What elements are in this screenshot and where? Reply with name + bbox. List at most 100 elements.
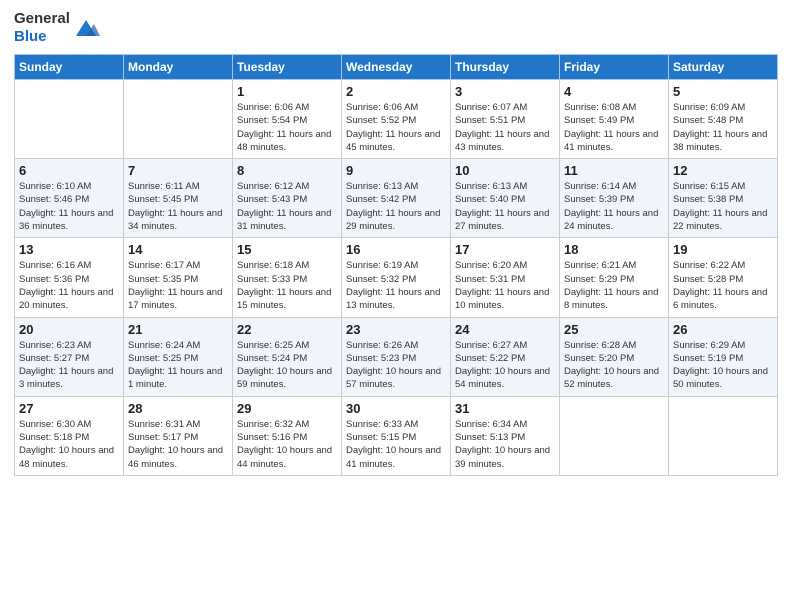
calendar-body: 1 Sunrise: 6:06 AM Sunset: 5:54 PM Daylig… — [15, 80, 778, 476]
week-row-2: 6Sunrise: 6:10 AM Sunset: 5:46 PM Daylig… — [15, 159, 778, 238]
day-number: 11 — [564, 163, 664, 178]
week-row-5: 27 Sunrise: 6:30 AM Sunset: 5:18 PM Dayli… — [15, 396, 778, 475]
logo-icon — [72, 14, 100, 42]
day-number: 10 — [455, 163, 555, 178]
day-number: 28 — [128, 401, 228, 416]
calendar-cell: 9Sunrise: 6:13 AM Sunset: 5:42 PM Daylig… — [342, 159, 451, 238]
day-info: Sunrise: 6:24 AM Sunset: 5:25 PM Dayligh… — [128, 339, 228, 392]
day-number: 24 — [455, 322, 555, 337]
day-number: 19 — [673, 242, 773, 257]
day-number: 13 — [19, 242, 119, 257]
day-info: Sunrise: 6:32 AM Sunset: 5:16 PM Dayligh… — [237, 418, 337, 471]
calendar-cell: 27 Sunrise: 6:30 AM Sunset: 5:18 PM Dayli… — [15, 396, 124, 475]
day-info: Sunrise: 6:15 AM Sunset: 5:38 PM Dayligh… — [673, 180, 773, 233]
week-row-4: 20Sunrise: 6:23 AM Sunset: 5:27 PM Dayli… — [15, 317, 778, 396]
day-number: 5 — [673, 84, 773, 99]
day-number: 29 — [237, 401, 337, 416]
day-info: Sunrise: 6:07 AM Sunset: 5:51 PM Dayligh… — [455, 101, 555, 154]
calendar-cell: 19 Sunrise: 6:22 AM Sunset: 5:28 PM Dayli… — [669, 238, 778, 317]
day-info: Sunrise: 6:08 AM Sunset: 5:49 PM Dayligh… — [564, 101, 664, 154]
calendar-cell: 14 Sunrise: 6:17 AM Sunset: 5:35 PM Dayli… — [124, 238, 233, 317]
calendar-cell: 29 Sunrise: 6:32 AM Sunset: 5:16 PM Dayli… — [233, 396, 342, 475]
calendar-cell: 16 Sunrise: 6:19 AM Sunset: 5:32 PM Dayli… — [342, 238, 451, 317]
calendar-cell: 25Sunrise: 6:28 AM Sunset: 5:20 PM Dayli… — [560, 317, 669, 396]
day-number: 3 — [455, 84, 555, 99]
calendar-cell: 4 Sunrise: 6:08 AM Sunset: 5:49 PM Daylig… — [560, 80, 669, 159]
weekday-header-saturday: Saturday — [669, 55, 778, 80]
logo-blue: Blue — [14, 28, 47, 45]
calendar-cell — [15, 80, 124, 159]
calendar-cell: 15Sunrise: 6:18 AM Sunset: 5:33 PM Dayli… — [233, 238, 342, 317]
day-number: 27 — [19, 401, 119, 416]
day-info: Sunrise: 6:22 AM Sunset: 5:28 PM Dayligh… — [673, 259, 773, 312]
weekday-header-wednesday: Wednesday — [342, 55, 451, 80]
calendar-cell: 17 Sunrise: 6:20 AM Sunset: 5:31 PM Dayli… — [451, 238, 560, 317]
calendar-cell — [124, 80, 233, 159]
weekday-header-friday: Friday — [560, 55, 669, 80]
day-info: Sunrise: 6:27 AM Sunset: 5:22 PM Dayligh… — [455, 339, 555, 392]
calendar-cell: 22Sunrise: 6:25 AM Sunset: 5:24 PM Dayli… — [233, 317, 342, 396]
calendar-cell: 21 Sunrise: 6:24 AM Sunset: 5:25 PM Dayli… — [124, 317, 233, 396]
calendar-cell: 3 Sunrise: 6:07 AM Sunset: 5:51 PM Daylig… — [451, 80, 560, 159]
calendar-cell: 20Sunrise: 6:23 AM Sunset: 5:27 PM Dayli… — [15, 317, 124, 396]
day-number: 6 — [19, 163, 119, 178]
day-number: 14 — [128, 242, 228, 257]
calendar-cell: 7Sunrise: 6:11 AM Sunset: 5:45 PM Daylig… — [124, 159, 233, 238]
day-number: 30 — [346, 401, 446, 416]
calendar-cell: 31Sunrise: 6:34 AM Sunset: 5:13 PM Dayli… — [451, 396, 560, 475]
day-number: 2 — [346, 84, 446, 99]
day-number: 23 — [346, 322, 446, 337]
weekday-header-sunday: Sunday — [15, 55, 124, 80]
calendar-table: SundayMondayTuesdayWednesdayThursdayFrid… — [14, 54, 778, 476]
day-info: Sunrise: 6:16 AM Sunset: 5:36 PM Dayligh… — [19, 259, 119, 312]
header: General Blue — [14, 10, 778, 46]
logo-general: General — [14, 10, 70, 27]
calendar-cell: 8 Sunrise: 6:12 AM Sunset: 5:43 PM Daylig… — [233, 159, 342, 238]
calendar-cell: 28 Sunrise: 6:31 AM Sunset: 5:17 PM Dayli… — [124, 396, 233, 475]
day-number: 1 — [237, 84, 337, 99]
day-info: Sunrise: 6:14 AM Sunset: 5:39 PM Dayligh… — [564, 180, 664, 233]
day-info: Sunrise: 6:11 AM Sunset: 5:45 PM Dayligh… — [128, 180, 228, 233]
calendar-cell: 2 Sunrise: 6:06 AM Sunset: 5:52 PM Daylig… — [342, 80, 451, 159]
day-number: 8 — [237, 163, 337, 178]
page: General Blue SundayMondayTuesdayWednesda… — [0, 0, 792, 612]
calendar-cell: 26 Sunrise: 6:29 AM Sunset: 5:19 PM Dayli… — [669, 317, 778, 396]
day-info: Sunrise: 6:06 AM Sunset: 5:52 PM Dayligh… — [346, 101, 446, 154]
day-number: 18 — [564, 242, 664, 257]
day-number: 17 — [455, 242, 555, 257]
day-number: 20 — [19, 322, 119, 337]
day-info: Sunrise: 6:25 AM Sunset: 5:24 PM Dayligh… — [237, 339, 337, 392]
day-info: Sunrise: 6:29 AM Sunset: 5:19 PM Dayligh… — [673, 339, 773, 392]
calendar-cell — [669, 396, 778, 475]
day-info: Sunrise: 6:19 AM Sunset: 5:32 PM Dayligh… — [346, 259, 446, 312]
calendar-cell: 12Sunrise: 6:15 AM Sunset: 5:38 PM Dayli… — [669, 159, 778, 238]
calendar-cell: 5 Sunrise: 6:09 AM Sunset: 5:48 PM Daylig… — [669, 80, 778, 159]
calendar-cell — [560, 396, 669, 475]
calendar-cell: 11 Sunrise: 6:14 AM Sunset: 5:39 PM Dayli… — [560, 159, 669, 238]
calendar-cell: 30Sunrise: 6:33 AM Sunset: 5:15 PM Dayli… — [342, 396, 451, 475]
day-info: Sunrise: 6:13 AM Sunset: 5:42 PM Dayligh… — [346, 180, 446, 233]
day-number: 25 — [564, 322, 664, 337]
day-info: Sunrise: 6:18 AM Sunset: 5:33 PM Dayligh… — [237, 259, 337, 312]
day-number: 26 — [673, 322, 773, 337]
day-number: 21 — [128, 322, 228, 337]
day-info: Sunrise: 6:30 AM Sunset: 5:18 PM Dayligh… — [19, 418, 119, 471]
day-info: Sunrise: 6:06 AM Sunset: 5:54 PM Dayligh… — [237, 101, 337, 154]
calendar-cell: 13 Sunrise: 6:16 AM Sunset: 5:36 PM Dayli… — [15, 238, 124, 317]
weekday-header-monday: Monday — [124, 55, 233, 80]
day-info: Sunrise: 6:13 AM Sunset: 5:40 PM Dayligh… — [455, 180, 555, 233]
day-info: Sunrise: 6:20 AM Sunset: 5:31 PM Dayligh… — [455, 259, 555, 312]
day-number: 16 — [346, 242, 446, 257]
logo-text: General Blue — [14, 10, 70, 46]
weekday-header-row: SundayMondayTuesdayWednesdayThursdayFrid… — [15, 55, 778, 80]
week-row-3: 13 Sunrise: 6:16 AM Sunset: 5:36 PM Dayli… — [15, 238, 778, 317]
calendar-cell: 1 Sunrise: 6:06 AM Sunset: 5:54 PM Daylig… — [233, 80, 342, 159]
calendar-cell: 23Sunrise: 6:26 AM Sunset: 5:23 PM Dayli… — [342, 317, 451, 396]
day-info: Sunrise: 6:12 AM Sunset: 5:43 PM Dayligh… — [237, 180, 337, 233]
day-info: Sunrise: 6:09 AM Sunset: 5:48 PM Dayligh… — [673, 101, 773, 154]
day-info: Sunrise: 6:21 AM Sunset: 5:29 PM Dayligh… — [564, 259, 664, 312]
day-info: Sunrise: 6:31 AM Sunset: 5:17 PM Dayligh… — [128, 418, 228, 471]
day-info: Sunrise: 6:17 AM Sunset: 5:35 PM Dayligh… — [128, 259, 228, 312]
day-number: 31 — [455, 401, 555, 416]
day-number: 4 — [564, 84, 664, 99]
